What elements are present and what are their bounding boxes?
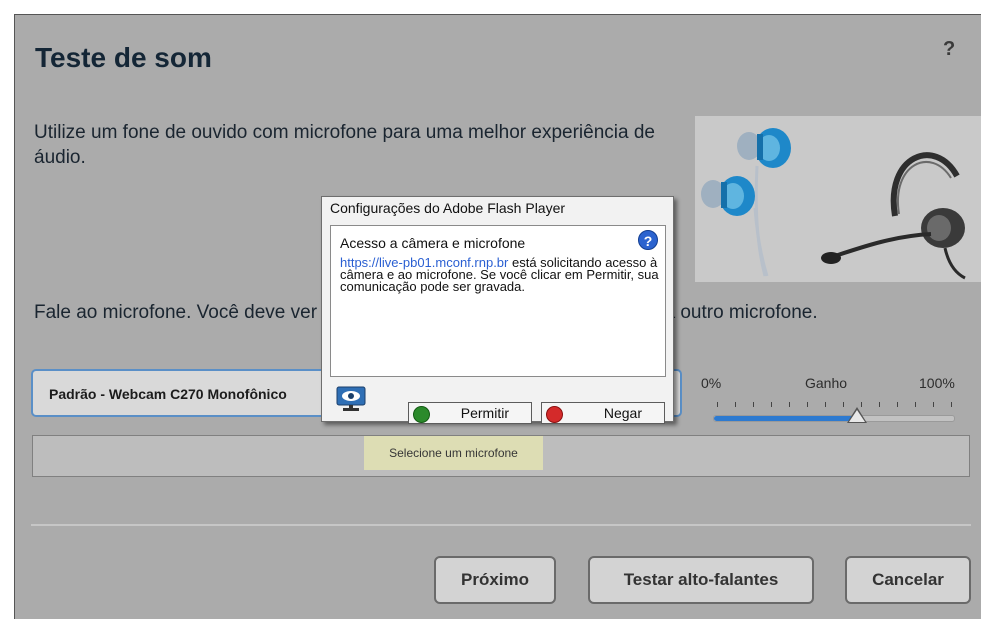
gain-slider-thumb-inner xyxy=(849,410,865,422)
gain-min-label: 0% xyxy=(701,375,722,391)
flash-settings-title: Configurações do Adobe Flash Player xyxy=(330,200,566,216)
question-mark-icon[interactable]: ? xyxy=(638,230,658,250)
deny-button-label: Negar xyxy=(603,405,642,421)
deny-icon xyxy=(546,406,563,423)
gain-max-label: 100% xyxy=(919,375,955,391)
camera-privacy-icon[interactable] xyxy=(336,386,366,412)
audio-test-dialog: Teste de som ? Utilize um fone de ouvido… xyxy=(14,14,981,619)
deny-button[interactable]: Negar xyxy=(541,402,665,424)
flash-settings-dialog: Configurações do Adobe Flash Player Aces… xyxy=(321,196,674,424)
gain-label: Ganho xyxy=(805,375,848,391)
allow-button[interactable]: Permitir xyxy=(408,402,532,424)
gain-control: 0% Ganho 100% xyxy=(701,373,971,429)
gain-slider-fill xyxy=(714,416,858,421)
test-speakers-button[interactable]: Testar alto-falantes xyxy=(588,556,814,604)
flash-settings-panel: Acesso a câmera e microfone ? https://li… xyxy=(330,225,666,377)
gain-slider[interactable] xyxy=(713,415,955,422)
microphone-select-value: Padrão - Webcam C270 Monofônico xyxy=(49,386,287,402)
gain-ticks xyxy=(717,402,953,410)
dialog-title: Teste de som xyxy=(35,42,212,73)
help-button[interactable]: ? xyxy=(943,38,955,61)
flash-panel-message: https://live-pb01.mconf.rnp.br está soli… xyxy=(340,256,662,293)
allow-button-label: Permitir xyxy=(460,405,509,421)
flash-panel-heading: Acesso a câmera e microfone xyxy=(340,235,526,251)
next-button[interactable]: Próximo xyxy=(434,556,556,604)
intro-text: Utilize um fone de ouvido com microfone … xyxy=(34,122,655,168)
divider xyxy=(31,524,971,526)
tooltip: Selecione um microfone xyxy=(364,436,543,470)
headset-illustration xyxy=(695,116,981,282)
checkmark-icon xyxy=(413,406,430,423)
cancel-button[interactable]: Cancelar xyxy=(845,556,971,604)
